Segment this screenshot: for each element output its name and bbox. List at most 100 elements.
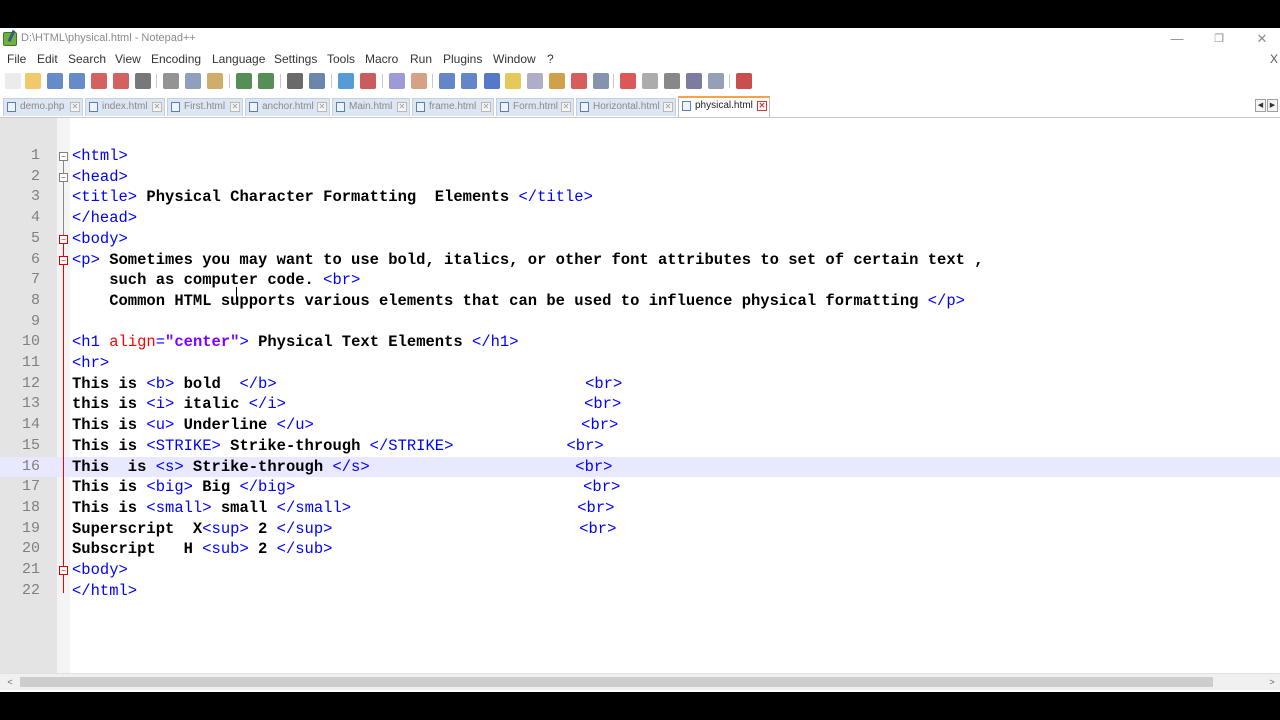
save-icon[interactable]: [47, 73, 63, 89]
menu-tools[interactable]: Tools: [327, 52, 355, 66]
menu-macro[interactable]: Macro: [365, 52, 398, 66]
tab-index-html[interactable]: index.html ✕: [85, 98, 165, 116]
tab-close-icon[interactable]: ✕: [561, 102, 571, 112]
tab-close-icon[interactable]: ✕: [397, 102, 407, 112]
code-line[interactable]: 5 <body>: [0, 229, 1280, 250]
code-line[interactable]: 19 Superscript X<sup> 2 </sup> <br>: [0, 519, 1280, 540]
save-macro-icon[interactable]: [708, 73, 724, 89]
close-document-x[interactable]: X: [1270, 52, 1278, 66]
doc-map-icon[interactable]: [527, 73, 543, 89]
code-line[interactable]: 1 <html>: [0, 146, 1280, 167]
close-all-icon[interactable]: [113, 73, 129, 89]
code-line[interactable]: 13 this is <i> italic </i> <br>: [0, 394, 1280, 415]
run-multiple-icon[interactable]: [686, 73, 702, 89]
code-line[interactable]: 15 This is <STRIKE> Strike-through </STRI…: [0, 436, 1280, 457]
cut-icon[interactable]: [163, 73, 179, 89]
scrollbar-thumb[interactable]: [20, 677, 1213, 687]
scroll-left-icon[interactable]: <: [4, 676, 16, 688]
scroll-right-icon[interactable]: >: [1266, 676, 1278, 688]
tab-close-icon[interactable]: ✕: [481, 102, 491, 112]
sync-vertical-icon[interactable]: [389, 73, 405, 89]
tab-close-icon[interactable]: ✕: [152, 102, 162, 112]
zoom-in-icon[interactable]: [338, 73, 354, 89]
code-line[interactable]: 9: [0, 312, 1280, 333]
code-line[interactable]: 3 <title> Physical Character Formatting E…: [0, 187, 1280, 208]
menu-edit[interactable]: Edit: [37, 52, 58, 66]
menu-language[interactable]: Language: [212, 52, 265, 66]
spellcheck-icon[interactable]: [736, 73, 752, 89]
menu-file[interactable]: File: [7, 52, 26, 66]
code-line[interactable]: 21 <body>: [0, 560, 1280, 581]
code-line[interactable]: 20 Subscript H <sub> 2 </sub>: [0, 539, 1280, 560]
sync-horizontal-icon[interactable]: [411, 73, 427, 89]
tab-form-html[interactable]: Form.html ✕: [496, 98, 574, 116]
replace-icon[interactable]: [309, 73, 325, 89]
tab-scroll-left-icon[interactable]: ◀: [1255, 99, 1266, 112]
tab-close-icon[interactable]: ✕: [230, 102, 240, 112]
menu-settings[interactable]: Settings: [274, 52, 317, 66]
code-line[interactable]: 22 </html>: [0, 581, 1280, 602]
play-macro-icon[interactable]: [664, 73, 680, 89]
menu-run[interactable]: Run: [410, 52, 432, 66]
code-line[interactable]: 10 <h1 align="center"> Physical Text Elem…: [0, 332, 1280, 353]
tab-main-html[interactable]: Main.html ✕: [332, 98, 410, 116]
menu-plugins[interactable]: Plugins: [443, 52, 482, 66]
restore-button[interactable]: ❐: [1204, 30, 1234, 48]
fold-toggle-icon[interactable]: −: [59, 152, 68, 161]
record-macro-icon[interactable]: [620, 73, 636, 89]
code-line[interactable]: 7 such as computer code. <br>: [0, 270, 1280, 291]
fold-toggle-icon[interactable]: −: [59, 172, 68, 182]
new-file-icon[interactable]: [5, 73, 21, 89]
udl-icon[interactable]: [505, 73, 521, 89]
menu-help[interactable]: ?: [547, 52, 554, 66]
save-all-icon[interactable]: [69, 73, 85, 89]
code-line[interactable]: 4 </head>: [0, 208, 1280, 229]
undo-icon[interactable]: [236, 73, 252, 89]
paste-icon[interactable]: [207, 73, 223, 89]
zoom-out-icon[interactable]: [360, 73, 376, 89]
redo-icon[interactable]: [258, 73, 274, 89]
code-line[interactable]: 8 Common HTML supports various elements …: [0, 291, 1280, 312]
code-editor[interactable]: 1 <html> 2 <head> 3 <title> Physical Characte…: [0, 118, 1280, 678]
code-line[interactable]: 2 <head>: [0, 167, 1280, 188]
menu-view[interactable]: View: [115, 52, 141, 66]
menu-search[interactable]: Search: [68, 52, 106, 66]
show-all-chars-icon[interactable]: [461, 73, 477, 89]
find-icon[interactable]: [287, 73, 303, 89]
tab-scroll-right-icon[interactable]: ▶: [1267, 99, 1278, 112]
indent-guide-icon[interactable]: [484, 73, 500, 89]
code-line[interactable]: 11 <hr>: [0, 353, 1280, 374]
folder-workspace-icon[interactable]: [571, 73, 587, 89]
code-line[interactable]: 12 This is <b> bold </b> <br>: [0, 374, 1280, 395]
close-window-button[interactable]: ✕: [1247, 30, 1277, 48]
tab-close-icon[interactable]: ✕: [70, 102, 80, 112]
menu-encoding[interactable]: Encoding: [151, 52, 201, 66]
code-line[interactable]: 17 This is <big> Big </big> <br>: [0, 477, 1280, 498]
word-wrap-icon[interactable]: [439, 73, 455, 89]
fold-toggle-icon[interactable]: −: [59, 566, 68, 575]
tab-close-icon[interactable]: ✕: [663, 102, 673, 112]
tab-close-icon[interactable]: ✕: [317, 102, 327, 112]
close-icon[interactable]: [91, 73, 107, 89]
tab-frame-html[interactable]: frame.html ✕: [412, 98, 494, 116]
fold-toggle-icon[interactable]: −: [59, 234, 68, 244]
horizontal-scrollbar[interactable]: < >: [0, 673, 1280, 690]
stop-record-icon[interactable]: [642, 73, 658, 89]
print-icon[interactable]: [135, 73, 151, 89]
tab-demo-php[interactable]: demo.php ✕: [3, 98, 83, 116]
monitor-icon[interactable]: [593, 73, 609, 89]
code-line[interactable]: 6 <p> Sometimes you may want to use bold,…: [0, 250, 1280, 271]
tab-anchor-html[interactable]: anchor.html ✕: [245, 98, 330, 116]
code-line[interactable]: 14 This is <u> Underline </u> <br>: [0, 415, 1280, 436]
function-list-icon[interactable]: [549, 73, 565, 89]
code-line[interactable]: 16 This is <s> Strike-through </s> <br>: [0, 456, 1280, 478]
menu-window[interactable]: Window: [493, 52, 536, 66]
copy-icon[interactable]: [185, 73, 201, 89]
minimize-button[interactable]: —: [1162, 30, 1192, 48]
tab-first-html[interactable]: First.html ✕: [167, 98, 243, 116]
tab-close-icon[interactable]: ✕: [757, 101, 767, 111]
fold-toggle-icon[interactable]: −: [59, 255, 68, 265]
tab-horizontal-html[interactable]: Horizontal.html ✕: [576, 98, 676, 116]
code-line[interactable]: 18 This is <small> small </small> <br>: [0, 498, 1280, 519]
open-file-icon[interactable]: [25, 73, 41, 89]
